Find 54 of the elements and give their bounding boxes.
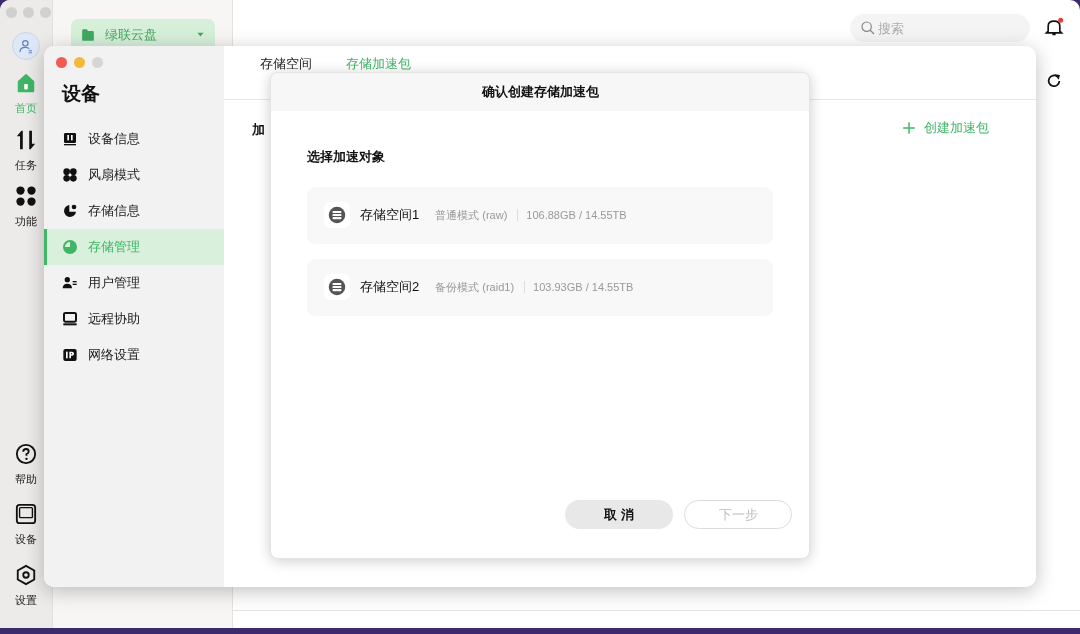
storage-name: 存储空间2	[360, 278, 420, 297]
hexagon-icon	[15, 563, 37, 586]
storage-name: 存储空间1	[360, 206, 420, 225]
nav-item[interactable]: 功能	[15, 213, 37, 230]
nav-item[interactable]: 帮助	[15, 470, 37, 487]
prompt-text: 选择加速对象	[307, 148, 385, 166]
users-icon	[62, 274, 78, 291]
window-control[interactable]	[40, 7, 51, 18]
window-control[interactable]	[6, 7, 17, 18]
sidebar-item[interactable]: 网络设置	[44, 336, 224, 373]
refresh-icon[interactable]	[1046, 73, 1062, 89]
pie-chart-icon	[62, 202, 78, 219]
storage-mode: 备份模式 (raid1)	[435, 279, 515, 295]
pie-chart-icon	[62, 238, 78, 255]
house-icon	[15, 72, 37, 94]
folder-icon	[81, 27, 95, 42]
monitor-icon	[15, 503, 37, 525]
storage-usage: 103.93GB / 14.55TB	[533, 279, 634, 295]
sidebar-item[interactable]: 风扇模式	[44, 156, 224, 193]
storage-option[interactable]: 存储空间1 普通模式 (raw) 106.88GB / 14.55TB	[307, 186, 773, 244]
help-icon	[15, 442, 37, 465]
search-icon	[860, 20, 876, 36]
laptop-icon	[62, 310, 78, 327]
window-title: 设备	[62, 82, 101, 106]
storage-option[interactable]: 存储空间2 备份模式 (raid1) 103.93GB / 14.55TB	[307, 258, 773, 316]
storage-icon	[328, 206, 346, 224]
window-control[interactable]	[23, 7, 34, 18]
sidebar-item[interactable]: 远程协助	[44, 300, 224, 337]
window-control[interactable]	[92, 57, 103, 68]
arrows-icon	[15, 128, 37, 151]
dialog-title: 确认创建存储加速包	[481, 83, 599, 102]
storage-mode: 普通模式 (raw)	[435, 207, 508, 223]
search-field[interactable]: 搜索	[850, 14, 1030, 42]
tab[interactable]: 存储空间	[260, 54, 312, 74]
sidebar-item[interactable]: 设备信息	[44, 120, 224, 157]
nav-item[interactable]: 设置	[15, 591, 37, 608]
ip-icon	[62, 346, 78, 363]
section-heading: 加	[252, 121, 265, 139]
user-icon	[18, 38, 34, 54]
nav-item[interactable]: 设备	[15, 531, 37, 548]
sidebar-item[interactable]: 存储信息	[44, 192, 224, 229]
bell-icon[interactable]	[1044, 17, 1064, 37]
apps-icon	[15, 185, 37, 207]
window-control[interactable]	[56, 57, 67, 68]
sidebar-item[interactable]: 用户管理	[44, 264, 224, 301]
caret-icon	[196, 30, 205, 39]
plus-icon	[902, 120, 916, 135]
window-control[interactable]	[74, 57, 85, 68]
panel-icon	[62, 130, 78, 147]
dialog-button[interactable]: 取 消	[565, 500, 673, 529]
storage-icon	[328, 278, 346, 296]
storage-usage: 106.88GB / 14.55TB	[526, 207, 627, 223]
avatar[interactable]	[12, 32, 40, 60]
nav-item[interactable]: 任务	[15, 156, 37, 173]
